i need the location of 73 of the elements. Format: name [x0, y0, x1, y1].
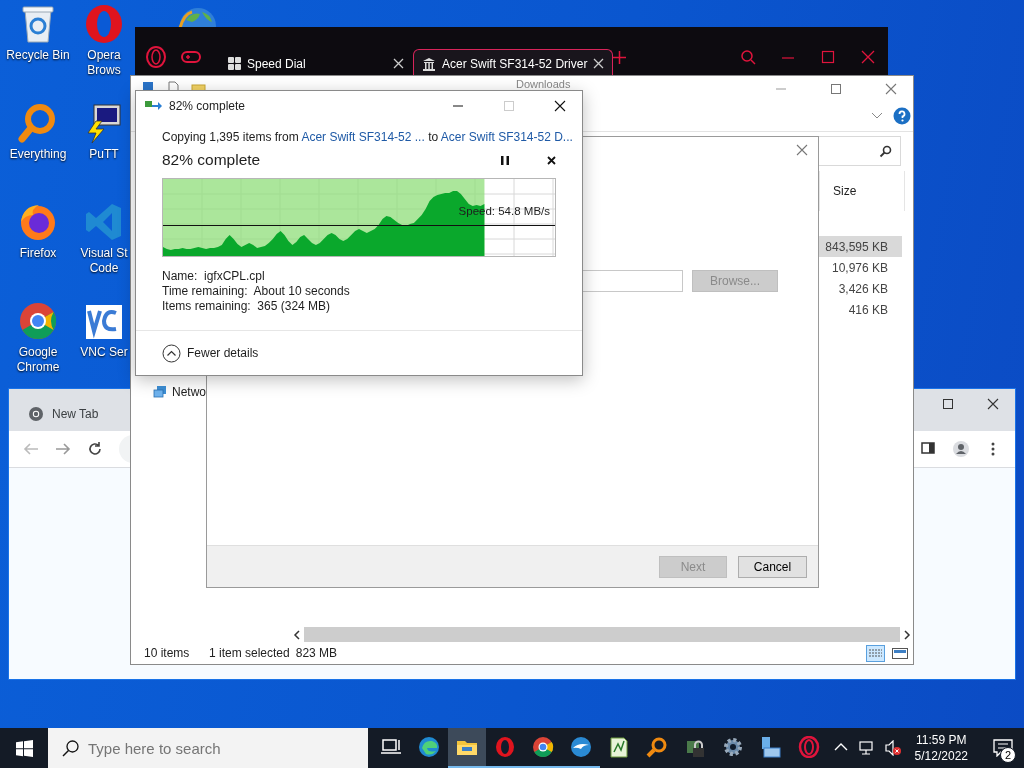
- scroll-right-icon[interactable]: [903, 629, 911, 640]
- destination-link[interactable]: Acer Swift SF314-52 D...: [440, 130, 573, 144]
- horizontal-scrollbar[interactable]: [293, 627, 911, 642]
- icon-label[interactable]: Visual St Code: [76, 246, 132, 276]
- forward-arrow-icon[interactable]: [55, 441, 71, 457]
- windows-logo-icon[interactable]: [15, 739, 33, 757]
- size-cell[interactable]: 10,976 KB: [819, 257, 902, 278]
- progress-heading: 82% complete: [162, 151, 262, 169]
- firefox-icon[interactable]: [18, 202, 58, 242]
- chrome-icon: [28, 406, 44, 422]
- search-icon[interactable]: [740, 49, 756, 65]
- network-icon[interactable]: [858, 740, 875, 756]
- grid-icon: [228, 57, 241, 70]
- close-icon[interactable]: [553, 100, 566, 112]
- building-icon: [422, 56, 436, 71]
- cancel-button[interactable]: Cancel: [738, 555, 807, 578]
- folder-icon[interactable]: [448, 728, 486, 768]
- size-cell[interactable]: 3,426 KB: [819, 278, 902, 299]
- search-field[interactable]: Type here to search: [48, 728, 368, 768]
- details-view-icon[interactable]: [866, 644, 885, 662]
- browser-tab[interactable]: Speed Dial: [219, 49, 413, 77]
- close-icon[interactable]: [547, 155, 556, 165]
- icon-label[interactable]: Firefox: [19, 246, 57, 261]
- notification-badge: 2: [1000, 747, 1016, 763]
- recycle-bin-icon[interactable]: [20, 4, 56, 44]
- chevron-down-icon[interactable]: [871, 112, 883, 120]
- network-icon: [153, 385, 166, 399]
- gamepad-icon[interactable]: [181, 50, 201, 64]
- opera-logo-icon[interactable]: [145, 46, 167, 68]
- maximize-icon[interactable]: [941, 398, 954, 410]
- help-icon[interactable]: [893, 107, 911, 125]
- copy-icon: [145, 100, 163, 112]
- browser-tab[interactable]: New Tab: [16, 397, 111, 431]
- search-icon: [879, 144, 892, 158]
- scroll-left-icon[interactable]: [293, 629, 301, 640]
- icon-label[interactable]: Opera Brows: [76, 48, 132, 78]
- clock[interactable]: 11:59 PM 5/12/2022: [914, 732, 968, 764]
- icon-label[interactable]: VNC Ser: [80, 345, 128, 360]
- icon-label[interactable]: Everything: [9, 147, 67, 162]
- details-toggle[interactable]: Fewer details: [162, 343, 259, 363]
- icon-label[interactable]: Recycle Bin: [6, 48, 70, 63]
- icon-label[interactable]: PuTT: [89, 147, 119, 162]
- icon-label[interactable]: Google Chrome: [0, 345, 76, 375]
- speaker-muted-icon[interactable]: [884, 740, 901, 756]
- chrome-icon[interactable]: [18, 301, 58, 341]
- close-icon[interactable]: [986, 398, 999, 410]
- side-panel-icon[interactable]: [921, 441, 937, 457]
- pause-icon[interactable]: [501, 155, 509, 165]
- window-title: Downloads: [516, 78, 571, 90]
- profile-icon[interactable]: [953, 441, 969, 457]
- maximize-icon: [502, 100, 515, 112]
- size-cell[interactable]: 843,595 KB: [819, 236, 902, 257]
- search-icon: [62, 740, 79, 757]
- search-field[interactable]: [819, 136, 901, 166]
- source-link[interactable]: Acer Swift SF314-52 ...: [301, 130, 425, 144]
- selection-status: 1 item selected: [209, 646, 290, 660]
- detail-line: Name: igfxCPL.cpl: [162, 269, 266, 283]
- notifications-icon[interactable]: [993, 739, 1013, 757]
- column-header[interactable]: Size: [833, 184, 857, 198]
- maximize-icon[interactable]: [829, 82, 842, 95]
- plus-icon[interactable]: [613, 50, 627, 64]
- item-count: 10 items: [144, 646, 191, 660]
- reload-icon[interactable]: [87, 441, 103, 457]
- detail-line: Items remaining: 365 (324 MB): [162, 299, 332, 313]
- selection-size: 823 MB: [295, 646, 338, 660]
- chevron-up-icon: [162, 343, 181, 363]
- browser-tab[interactable]: Acer Swift SF314-52 Driver: [413, 49, 614, 77]
- detail-line: Time remaining: About 10 seconds: [162, 284, 351, 298]
- maximize-icon[interactable]: [820, 49, 836, 65]
- window-title: 82% complete: [169, 99, 246, 113]
- size-cell[interactable]: 416 KB: [819, 299, 902, 320]
- nav-item[interactable]: Netwo: [131, 385, 206, 399]
- computer-icon[interactable]: [84, 103, 124, 143]
